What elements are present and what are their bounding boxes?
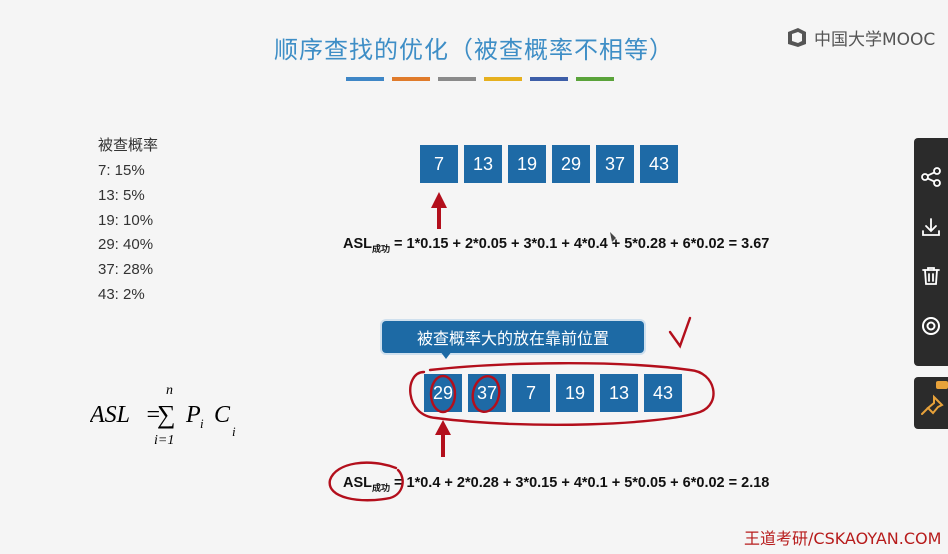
- pin-button[interactable]: [914, 377, 948, 429]
- check-mark: [668, 316, 692, 349]
- up-arrow-bottom-head: [435, 420, 451, 435]
- up-arrow-top-head: [431, 192, 447, 208]
- share-button[interactable]: [914, 160, 948, 194]
- circle-29: [429, 374, 457, 414]
- pin-icon: [921, 381, 948, 415]
- up-arrow-top: [437, 205, 441, 229]
- side-toolbar: [914, 138, 948, 366]
- settings-button[interactable]: [914, 309, 948, 343]
- mouse-cursor: [610, 232, 616, 242]
- delete-button[interactable]: [914, 259, 948, 293]
- circle-37: [471, 374, 501, 414]
- slide: 顺序查找的优化（被查概率不相等） 中国大学MOOC 被查概率 7: 15% 13…: [0, 0, 948, 554]
- up-arrow-bottom: [441, 432, 445, 457]
- asl-circle: [328, 461, 404, 502]
- delete-icon: [922, 267, 940, 285]
- share-icon: [921, 167, 941, 187]
- watermark: 王道考研/CSKAOYAN.COM: [744, 529, 942, 548]
- download-icon: [922, 218, 940, 236]
- download-button[interactable]: [914, 210, 948, 244]
- settings-icon: [922, 317, 940, 335]
- handwritten-annotations: [328, 192, 715, 502]
